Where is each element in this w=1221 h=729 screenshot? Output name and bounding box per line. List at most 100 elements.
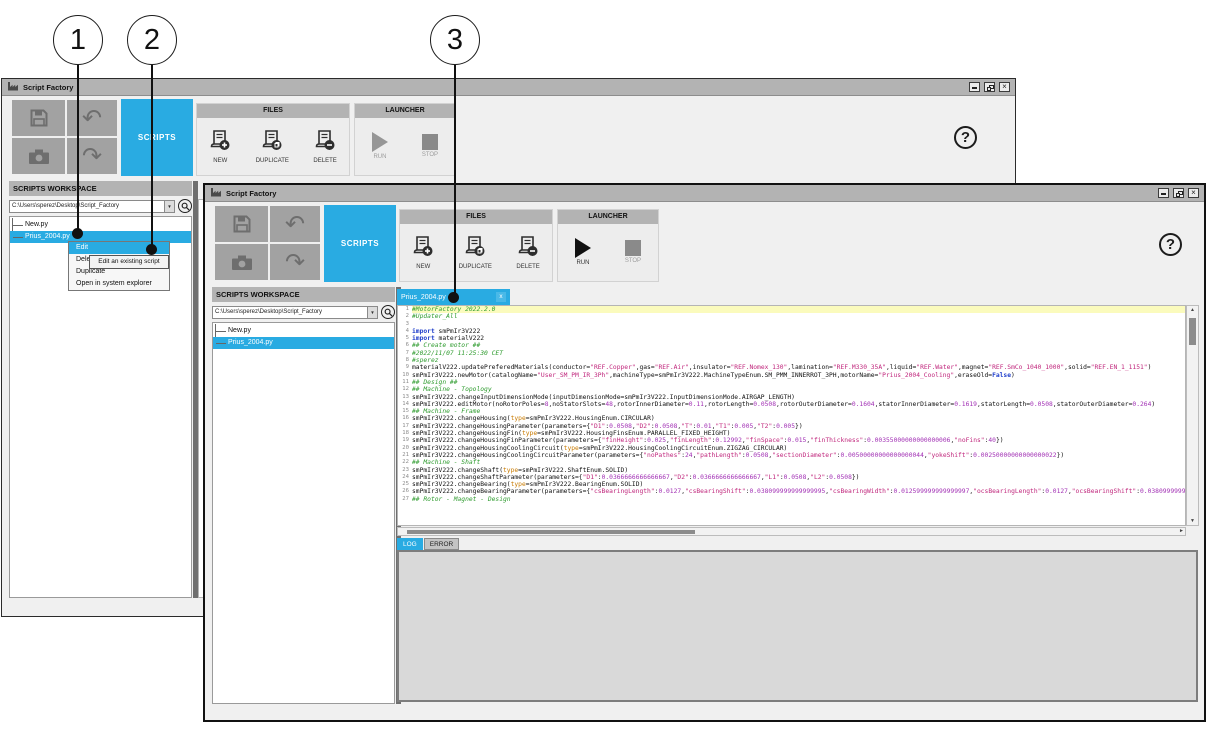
close-icon[interactable]: × xyxy=(999,82,1010,92)
code-line[interactable]: 1#MotorFactory 2022.2.0 xyxy=(398,306,1185,313)
code-line[interactable]: 15## Machine - Frame xyxy=(398,408,1185,415)
restore-icon[interactable] xyxy=(984,82,995,92)
code-line[interactable]: 16smPmIr3V222.changeHousing(type=smPmIr3… xyxy=(398,415,1185,422)
files-group-header: FILES xyxy=(400,210,552,224)
delete-script-button[interactable]: DELETE xyxy=(516,235,539,270)
tree-item-prius2004py[interactable]: Prius_2004.py xyxy=(213,337,394,349)
chevron-down-icon[interactable]: ▼ xyxy=(367,307,377,318)
back-window-title: Script Factory xyxy=(23,83,73,92)
duplicate-script-button[interactable]: DUPLICATE xyxy=(256,129,289,164)
app-factory-icon xyxy=(210,184,222,202)
delete-script-label: DELETE xyxy=(313,158,336,164)
app-factory-icon xyxy=(7,78,19,96)
callout-3-dot xyxy=(448,292,459,303)
screenshot-button[interactable] xyxy=(215,244,268,280)
code-line[interactable]: 20smPmIr3V222.changeHousingCoolingCircui… xyxy=(398,445,1185,452)
code-line[interactable]: 4import smPmIr3V222 xyxy=(398,328,1185,335)
code-line[interactable]: 3 xyxy=(398,321,1185,328)
undo-button[interactable]: ↶ xyxy=(270,206,320,242)
close-icon[interactable]: × xyxy=(1188,188,1199,198)
horizontal-scrollbar[interactable]: ► xyxy=(397,527,1186,536)
tab-close-icon[interactable]: x xyxy=(496,292,506,302)
new-script-button[interactable]: NEW xyxy=(209,129,231,164)
workspace-path-value: C:\Users\sperez\Desktop\Script_Factory xyxy=(215,309,322,315)
callout-2-line xyxy=(151,65,153,250)
code-line[interactable]: 2#Updater_All xyxy=(398,313,1185,320)
save-button[interactable] xyxy=(215,206,268,242)
delete-script-button[interactable]: DELETE xyxy=(313,129,336,164)
code-line[interactable]: 5import materialV222 xyxy=(398,335,1185,342)
chevron-down-icon[interactable]: ▼ xyxy=(164,201,174,212)
run-label: RUN xyxy=(373,154,386,160)
code-line[interactable]: 7#2022/11/07 11:25:30 CET xyxy=(398,350,1185,357)
stop-label: STOP xyxy=(625,258,641,264)
code-line[interactable]: 21smPmIr3V222.changeHousingCoolingCircui… xyxy=(398,452,1185,459)
code-line[interactable]: 26smPmIr3V222.changeBearingParameter(par… xyxy=(398,488,1185,495)
code-line[interactable]: 14smPmIr3V222.editMotor(noRotorPoles=8,n… xyxy=(398,401,1185,408)
tree-guide-line xyxy=(12,218,13,231)
code-line[interactable]: 27## Rotor - Magnet - Design xyxy=(398,496,1185,503)
delete-script-icon xyxy=(517,235,539,262)
code-line[interactable]: 11## Design ## xyxy=(398,379,1185,386)
run-button[interactable]: RUN xyxy=(372,132,388,160)
code-line[interactable]: 6## Create motor ## xyxy=(398,342,1185,349)
camera-icon xyxy=(231,254,253,271)
context-menu-open-explorer[interactable]: Open in system explorer xyxy=(69,278,169,290)
code-line[interactable]: 22## Machine - Shaft xyxy=(398,459,1185,466)
help-button[interactable]: ? xyxy=(1159,233,1182,256)
save-icon xyxy=(29,108,49,128)
stop-button[interactable]: STOP xyxy=(422,134,438,158)
scroll-up-icon[interactable]: ▲ xyxy=(1187,307,1198,313)
browse-folder-button[interactable] xyxy=(178,199,192,213)
undo-button[interactable]: ↶ xyxy=(67,100,117,136)
workspace-header: SCRIPTS WORKSPACE xyxy=(212,287,395,302)
new-script-button[interactable]: NEW xyxy=(412,235,434,270)
vertical-scrollbar[interactable]: ▲ ▼ xyxy=(1186,305,1199,526)
scripts-tab-button[interactable]: SCRIPTS xyxy=(121,99,193,176)
save-button[interactable] xyxy=(12,100,65,136)
code-line[interactable]: 13smPmIr3V222.changeInputDimensionMode(i… xyxy=(398,394,1185,401)
code-line[interactable]: 18smPmIr3V222.changeHousingFin(type=smPm… xyxy=(398,430,1185,437)
delete-script-icon xyxy=(314,129,336,156)
code-line[interactable]: 23smPmIr3V222.changeShaft(type=smPmIr3V2… xyxy=(398,467,1185,474)
log-output-panel xyxy=(397,550,1198,702)
run-icon xyxy=(575,238,591,258)
scroll-right-icon[interactable]: ► xyxy=(1179,528,1184,535)
callout-2-dot xyxy=(146,244,157,255)
scripts-tab-button[interactable]: SCRIPTS xyxy=(324,205,396,282)
help-button[interactable]: ? xyxy=(954,126,977,149)
duplicate-script-button[interactable]: DUPLICATE xyxy=(459,235,492,270)
minimize-icon[interactable] xyxy=(969,82,980,92)
code-line[interactable]: 10smPmIr3V222.newMotor(catalogName="User… xyxy=(398,372,1185,379)
redo-button[interactable]: ↷ xyxy=(270,244,320,280)
tree-item-newpy[interactable]: New.py xyxy=(10,219,191,231)
editor-tab-label: Prius_2004.py xyxy=(401,294,446,301)
browse-folder-button[interactable] xyxy=(381,305,395,319)
screenshot-button[interactable] xyxy=(12,138,65,174)
scroll-down-icon[interactable]: ▼ xyxy=(1187,518,1198,524)
delete-script-label: DELETE xyxy=(516,264,539,270)
horizontal-scroll-thumb[interactable] xyxy=(407,530,695,534)
minimize-icon[interactable] xyxy=(1158,188,1169,198)
redo-icon: ↷ xyxy=(285,250,305,274)
stop-button[interactable]: STOP xyxy=(625,240,641,264)
code-line[interactable]: 25smPmIr3V222.changeBearing(type=smPmIr3… xyxy=(398,481,1185,488)
redo-button[interactable]: ↷ xyxy=(67,138,117,174)
code-line[interactable]: 12## Machine - Topology xyxy=(398,386,1185,393)
back-titlebar[interactable]: Script Factory × xyxy=(2,79,1015,96)
stop-label: STOP xyxy=(422,152,438,158)
code-lines[interactable]: 1#MotorFactory 2022.2.02#Updater_All34im… xyxy=(397,305,1186,526)
code-line[interactable]: 17smPmIr3V222.changeHousingParameter(par… xyxy=(398,423,1185,430)
code-line[interactable]: 8#sperez xyxy=(398,357,1185,364)
restore-icon[interactable] xyxy=(1173,188,1184,198)
vertical-scroll-thumb[interactable] xyxy=(1189,318,1196,345)
workspace-path-combobox[interactable]: C:\Users\sperez\Desktop\Script_Factory ▼ xyxy=(212,306,378,319)
front-titlebar[interactable]: Script Factory × xyxy=(205,185,1204,202)
code-line[interactable]: 24smPmIr3V222.changeShaftParameter(param… xyxy=(398,474,1185,481)
log-tab[interactable]: LOG xyxy=(397,538,423,550)
run-button[interactable]: RUN xyxy=(575,238,591,266)
tree-item-newpy[interactable]: New.py xyxy=(213,325,394,337)
code-line[interactable]: 9materialV222.updatePreferedMaterials(co… xyxy=(398,364,1185,371)
code-line[interactable]: 19smPmIr3V222.changeHousingFinParameter(… xyxy=(398,437,1185,444)
error-tab[interactable]: ERROR xyxy=(424,538,459,550)
